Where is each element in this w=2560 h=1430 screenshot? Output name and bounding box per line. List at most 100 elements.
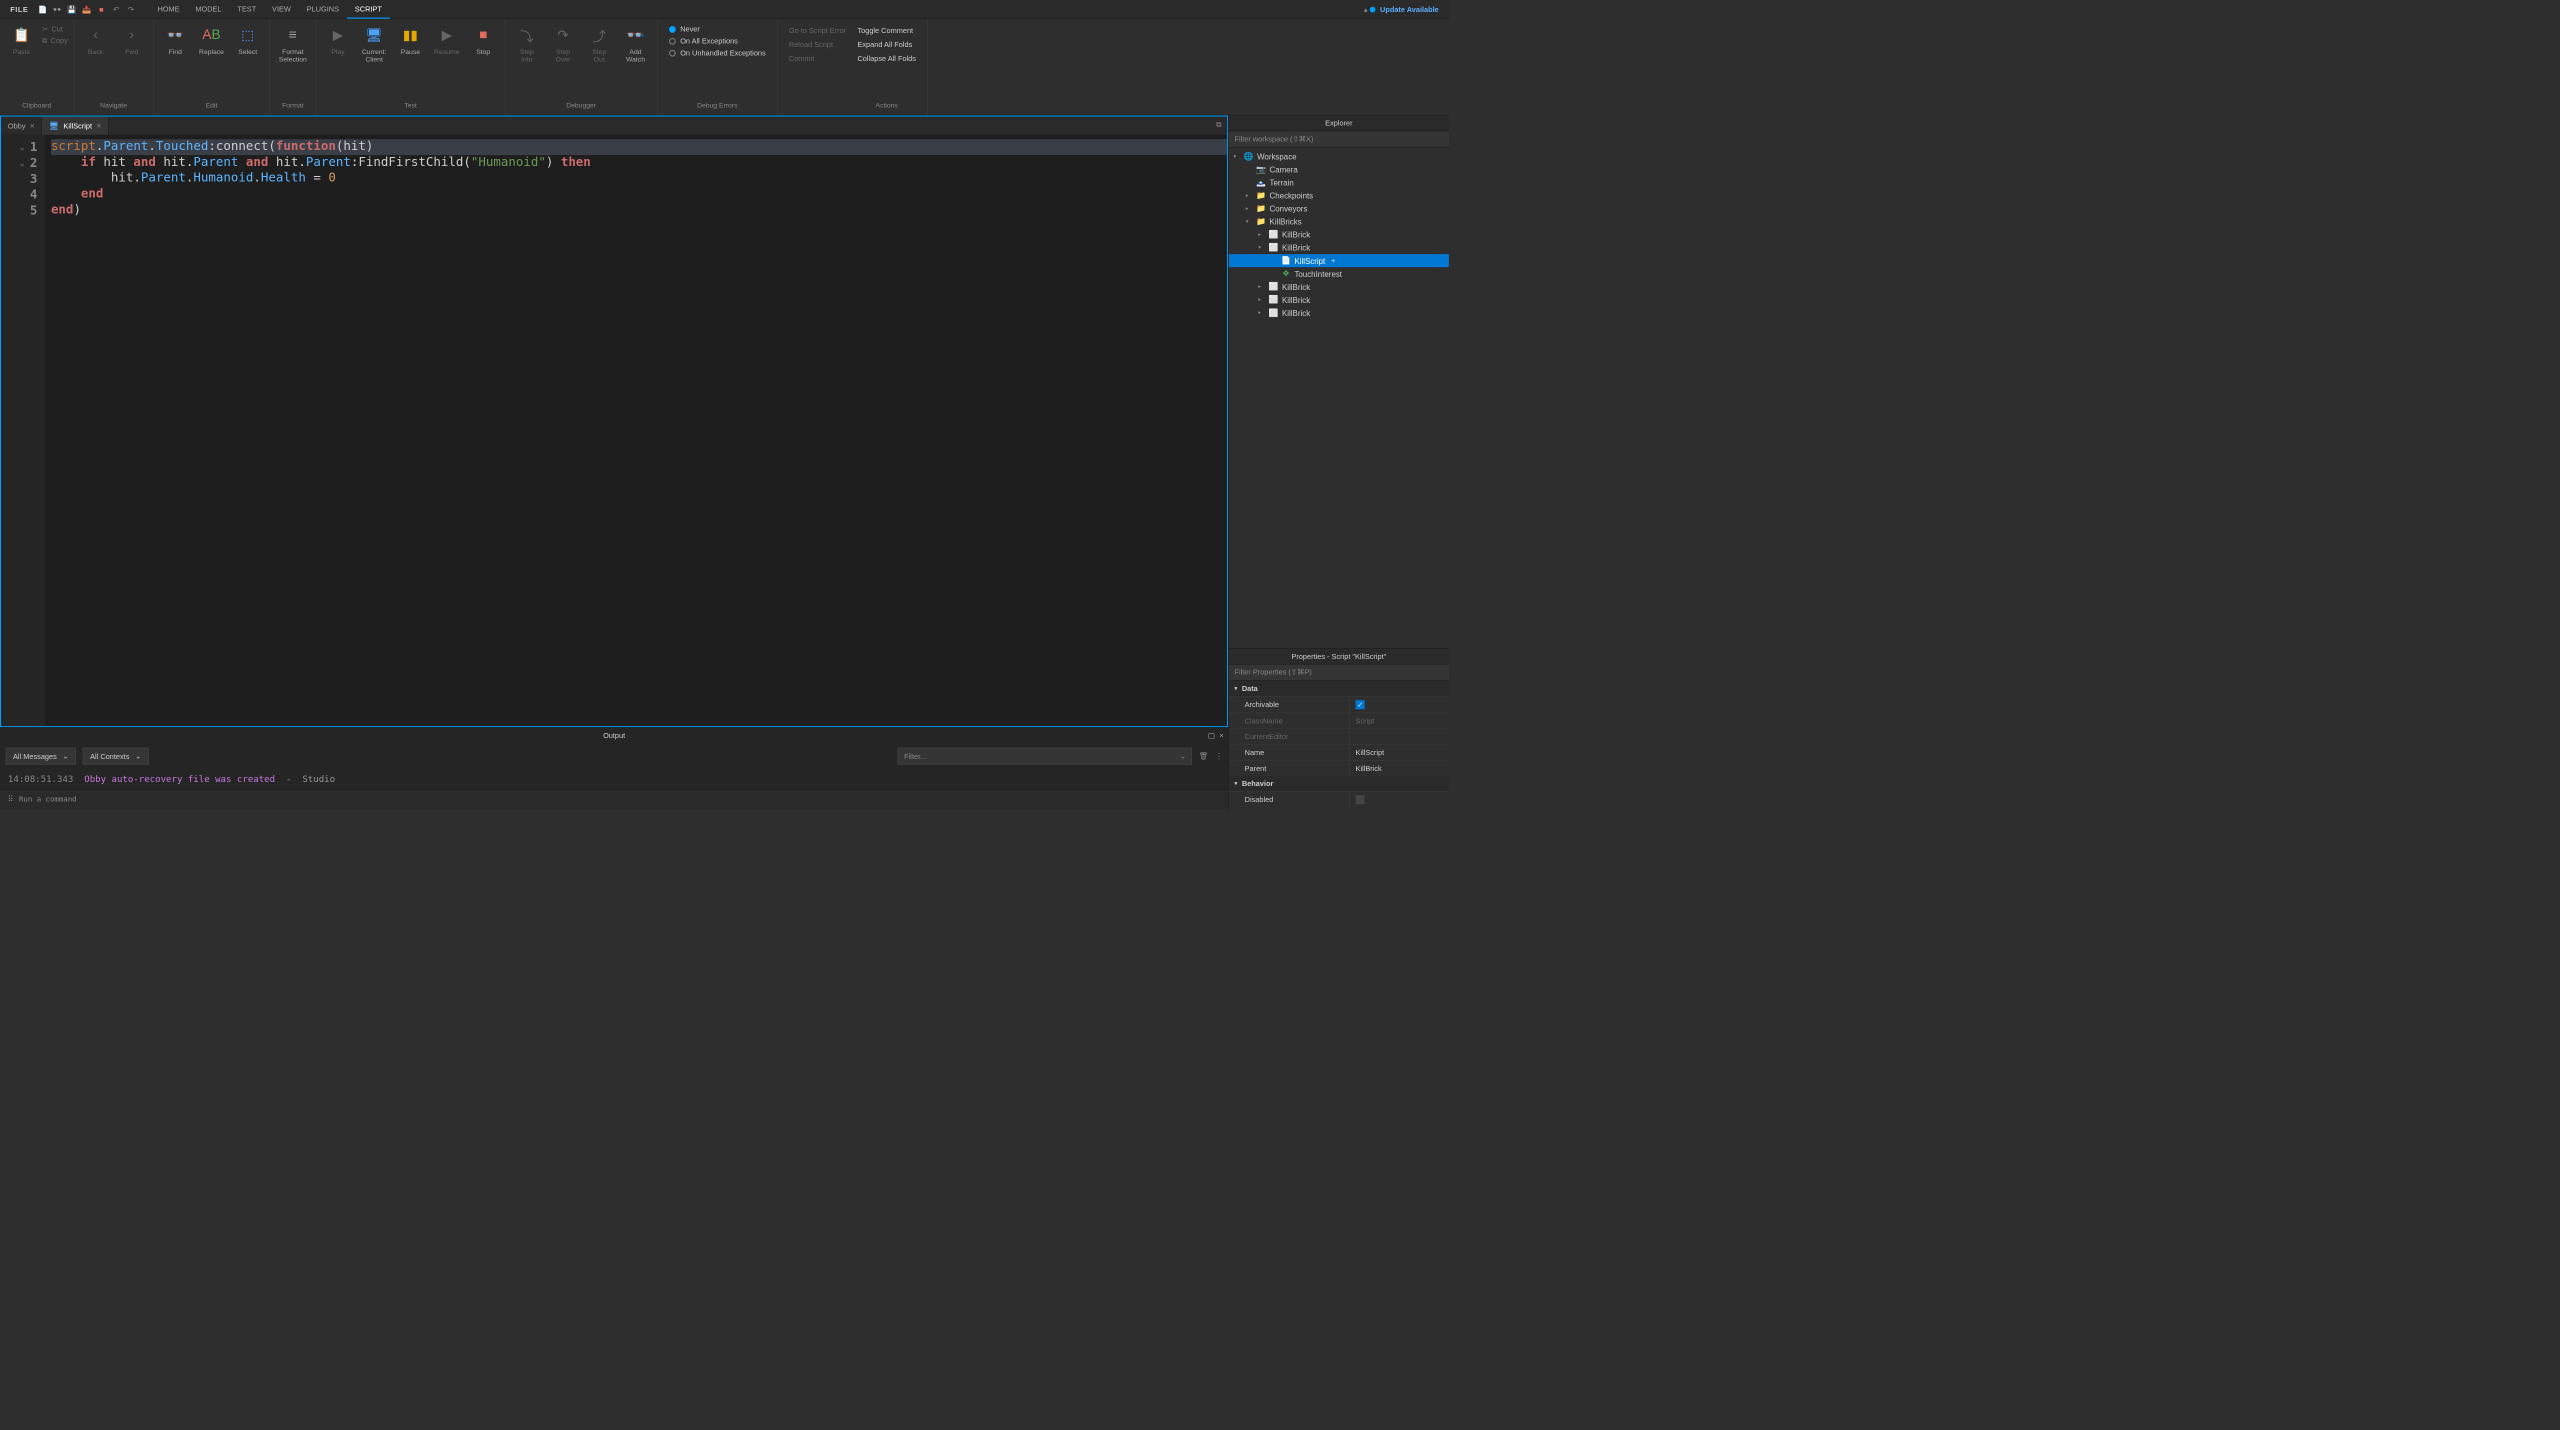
export-icon[interactable]: 📤 xyxy=(80,3,92,15)
tab-killscript[interactable]: 🖥KillScript× xyxy=(42,117,109,135)
commit-link[interactable]: Commit xyxy=(789,53,846,64)
close-icon[interactable]: × xyxy=(1219,731,1223,740)
pause-button[interactable]: ▮▮Pause xyxy=(395,23,427,58)
tree-item[interactable]: ✥TouchInterest xyxy=(1229,267,1449,280)
tab-script[interactable]: SCRIPT xyxy=(347,0,390,19)
new-icon[interactable]: 📄 xyxy=(36,3,48,15)
popout-icon[interactable]: ⧉ xyxy=(1211,117,1228,135)
more-icon[interactable]: ⋮ xyxy=(1215,752,1222,761)
tab-home[interactable]: HOME xyxy=(150,0,188,19)
contexts-filter-dropdown[interactable]: All Contexts⌄ xyxy=(83,748,149,765)
twisty-icon[interactable]: ▾ xyxy=(1246,218,1253,224)
step-into-button[interactable]: ⤵Step Into xyxy=(511,23,543,66)
close-icon[interactable]: × xyxy=(97,121,102,130)
messages-filter-dropdown[interactable]: All Messages⌄ xyxy=(6,748,76,765)
copy-button[interactable]: ⧉Copy xyxy=(42,36,68,45)
format-selection-button[interactable]: ≡Format Selection xyxy=(275,23,310,66)
fold-icon[interactable]: ⌄ xyxy=(20,159,24,167)
debug-all-exceptions-radio[interactable]: On All Exceptions xyxy=(669,37,766,45)
reload-script-link[interactable]: Reload Script xyxy=(789,39,846,50)
output-panel: Output ▢ × All Messages⌄ All Contexts⌄ F… xyxy=(0,727,1228,789)
save-icon[interactable]: 💾 xyxy=(66,3,78,15)
tab-view[interactable]: VIEW xyxy=(264,0,299,19)
back-button[interactable]: ‹Back xyxy=(80,23,112,58)
file-menu[interactable]: FILE xyxy=(5,5,35,13)
update-available[interactable]: Update Available xyxy=(1370,5,1445,13)
binoculars-icon[interactable]: 👓 xyxy=(51,3,63,15)
code-area[interactable]: ⌄1 ⌄2 3 4 5 script.Parent.Touched:connec… xyxy=(1,135,1227,726)
prop-row[interactable]: Archivable✓ xyxy=(1229,696,1449,712)
tree-item[interactable]: ▸📁Conveyors xyxy=(1229,202,1449,215)
replace-button[interactable]: ABReplace xyxy=(196,23,228,58)
step-over-button[interactable]: ↷Step Over xyxy=(547,23,579,66)
tab-model[interactable]: MODEL xyxy=(187,0,229,19)
tree-item[interactable]: ▾🌐Workspace xyxy=(1229,150,1449,163)
prop-section-header[interactable]: ▾Behavior xyxy=(1229,776,1449,791)
find-button[interactable]: 👓Find xyxy=(159,23,191,58)
add-watch-button[interactable]: 👓+Add Watch xyxy=(620,23,652,66)
code-body[interactable]: script.Parent.Touched:connect(function(h… xyxy=(45,135,1227,726)
stop-qicon[interactable]: ■ xyxy=(95,3,107,15)
prop-row[interactable]: NameKillScript xyxy=(1229,744,1449,760)
tree-item[interactable]: ▸⬜KillBrick xyxy=(1229,306,1449,319)
paste-button[interactable]: 📋Paste xyxy=(6,23,38,58)
checkbox-empty-icon[interactable] xyxy=(1356,795,1365,804)
tree-item[interactable]: ▸⬜KillBrick xyxy=(1229,228,1449,241)
cut-button[interactable]: ✂Cut xyxy=(42,25,68,34)
expand-folds-link[interactable]: Expand All Folds xyxy=(857,39,915,50)
collapse-ribbon-icon[interactable]: ▴ xyxy=(1364,5,1368,14)
checkbox-checked-icon[interactable]: ✓ xyxy=(1356,700,1365,709)
toggle-comment-link[interactable]: Toggle Comment xyxy=(857,25,915,36)
tree-item[interactable]: ▸⬜KillBrick xyxy=(1229,293,1449,306)
tab-plugins[interactable]: PLUGINS xyxy=(299,0,347,19)
twisty-icon[interactable]: ▸ xyxy=(1258,297,1265,303)
step-out-button[interactable]: ⤴Step Out xyxy=(583,23,615,66)
stop-button[interactable]: ■Stop xyxy=(467,23,499,58)
debug-never-radio[interactable]: Never xyxy=(669,25,766,33)
format-icon: ≡ xyxy=(283,25,303,45)
twisty-icon[interactable]: ▾ xyxy=(1258,245,1265,251)
close-icon[interactable]: × xyxy=(30,121,35,130)
tree-item[interactable]: ▸📁Checkpoints xyxy=(1229,189,1449,202)
copy-icon: ⧉ xyxy=(42,36,47,45)
debug-unhandled-radio[interactable]: On Unhandled Exceptions xyxy=(669,49,766,57)
explorer-search[interactable]: Filter workspace (⇧⌘X) xyxy=(1229,131,1449,147)
resume-button[interactable]: ▶Resume xyxy=(431,23,463,58)
tree-item[interactable]: 📷Camera xyxy=(1229,163,1449,176)
client-button[interactable]: 🖥Current: Client xyxy=(358,23,390,66)
tree-item[interactable]: ▸⬜KillBrick xyxy=(1229,280,1449,293)
twisty-icon[interactable]: ▸ xyxy=(1246,205,1253,211)
twisty-icon[interactable]: ▸ xyxy=(1258,231,1265,237)
properties-search[interactable]: Filter Properties (⇧⌘P) xyxy=(1229,664,1449,680)
undo-icon[interactable]: ↶ xyxy=(110,3,122,15)
twisty-icon[interactable]: ▸ xyxy=(1246,192,1253,198)
tree-item[interactable]: 🗻Terrain xyxy=(1229,176,1449,189)
node-icon: 📷 xyxy=(1256,165,1266,175)
tree-item[interactable]: 📄KillScript+ xyxy=(1229,254,1449,267)
prop-row[interactable]: Disabled xyxy=(1229,791,1449,809)
node-icon: ⬜ xyxy=(1268,308,1278,318)
tab-obby[interactable]: Obby× xyxy=(1,117,42,135)
prop-row[interactable]: CurrentEditor xyxy=(1229,728,1449,744)
add-badge-icon[interactable]: + xyxy=(1329,256,1338,265)
collapse-folds-link[interactable]: Collapse All Folds xyxy=(857,53,915,64)
fold-icon[interactable]: ⌄ xyxy=(20,143,24,151)
output-filter-input[interactable]: Filter...⌄ xyxy=(898,748,1192,765)
select-button[interactable]: ⬚Select xyxy=(232,23,264,58)
goto-script-error-link[interactable]: Go to Script Error xyxy=(789,25,846,36)
redo-icon[interactable]: ↷ xyxy=(125,3,137,15)
prop-row[interactable]: ClassNameScript xyxy=(1229,713,1449,729)
command-bar[interactable]: ⠿ Run a command xyxy=(0,789,1228,809)
prop-section-header[interactable]: ▾Data xyxy=(1229,681,1449,696)
play-button[interactable]: ▶Play xyxy=(322,23,354,58)
twisty-icon[interactable]: ▸ xyxy=(1258,284,1265,290)
fwd-button[interactable]: ›Fwd xyxy=(116,23,148,58)
tree-item[interactable]: ▾⬜KillBrick xyxy=(1229,241,1449,254)
twisty-icon[interactable]: ▸ xyxy=(1258,310,1265,316)
prop-row[interactable]: ParentKillBrick xyxy=(1229,760,1449,776)
trash-icon[interactable]: 🗑 xyxy=(1199,752,1208,761)
popout-icon[interactable]: ▢ xyxy=(1208,731,1215,740)
tab-test[interactable]: TEST xyxy=(229,0,264,19)
tree-item[interactable]: ▾📁KillBricks xyxy=(1229,215,1449,228)
twisty-icon[interactable]: ▾ xyxy=(1233,153,1240,159)
